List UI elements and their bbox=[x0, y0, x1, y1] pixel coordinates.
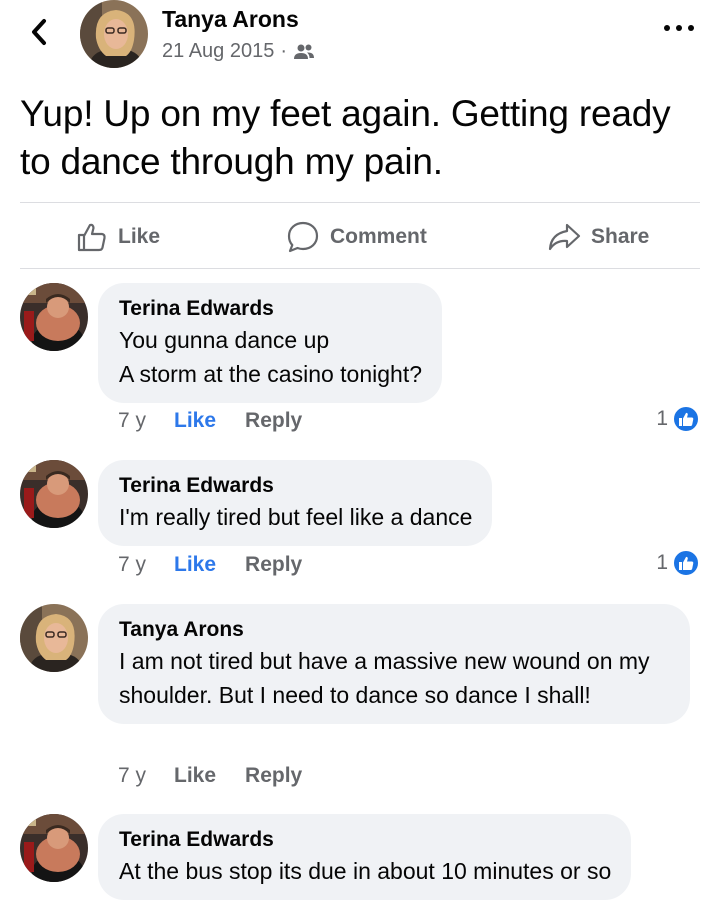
comment-like-button[interactable]: Like bbox=[174, 409, 216, 433]
commenter-name[interactable]: Terina Edwards bbox=[119, 826, 611, 854]
post-text: Yup! Up on my feet again. Getting ready … bbox=[20, 93, 671, 182]
comment-text: At the bus stop its due in about 10 minu… bbox=[119, 858, 612, 884]
commenter-name[interactable]: Terina Edwards bbox=[119, 472, 472, 500]
comment-like-button[interactable]: Like bbox=[174, 553, 216, 577]
comment-actions: 7 y Like Reply bbox=[118, 409, 302, 433]
share-button[interactable]: Share bbox=[547, 203, 649, 270]
author-avatar[interactable] bbox=[80, 0, 148, 68]
commenter-avatar[interactable] bbox=[20, 283, 88, 351]
like-reaction-icon bbox=[672, 405, 700, 433]
comment-reply-button[interactable]: Reply bbox=[245, 409, 302, 433]
comment-bubble: Terina Edwards At the bus stop its due i… bbox=[98, 814, 632, 900]
post-date[interactable]: 21 Aug 2015 bbox=[162, 40, 274, 63]
comment-time: 7 y bbox=[118, 409, 147, 432]
commenter-avatar[interactable] bbox=[20, 460, 88, 528]
friends-icon bbox=[294, 44, 315, 59]
comment-like-button[interactable]: Like bbox=[174, 764, 216, 788]
comment-reply-button[interactable]: Reply bbox=[245, 764, 302, 788]
commenter-name[interactable]: Terina Edwards bbox=[119, 295, 422, 323]
reaction-count[interactable]: 1 bbox=[656, 549, 700, 577]
commenter-avatar[interactable] bbox=[20, 814, 88, 882]
post-header: Tanya Arons 21 Aug 2015 · bbox=[0, 0, 720, 80]
share-label: Share bbox=[591, 224, 650, 248]
comment-text: I'm really tired but feel like a dance bbox=[119, 504, 473, 530]
comment-bubble: Terina Edwards You gunna dance up A stor… bbox=[98, 283, 443, 403]
comment-bubble: Tanya Arons I am not tired but have a ma… bbox=[98, 604, 690, 724]
reaction-count-value: 1 bbox=[656, 551, 668, 574]
comment-actions: 7 y Like Reply bbox=[118, 553, 302, 577]
comment-label: Comment bbox=[330, 224, 427, 248]
comment-button[interactable]: Comment bbox=[286, 203, 427, 270]
dot bbox=[676, 25, 682, 31]
like-reaction-icon bbox=[672, 549, 700, 577]
meta-separator: · bbox=[280, 40, 288, 62]
dot bbox=[664, 25, 670, 31]
post-action-bar: Like Comment Share bbox=[20, 202, 700, 269]
share-arrow-icon bbox=[548, 223, 581, 250]
comment-reply-button[interactable]: Reply bbox=[245, 553, 302, 577]
like-button[interactable]: Like bbox=[76, 203, 160, 270]
chevron-left-icon bbox=[32, 19, 46, 45]
back-button[interactable] bbox=[24, 14, 54, 50]
comment-text: You gunna dance up A storm at the casino… bbox=[119, 327, 423, 387]
reaction-count[interactable]: 1 bbox=[656, 405, 700, 433]
comment-text: I am not tired but have a massive new wo… bbox=[119, 648, 650, 708]
comment-actions: 7 y Like Reply bbox=[118, 764, 302, 788]
comment-time: 7 y bbox=[118, 764, 147, 787]
comment-bubble: Terina Edwards I'm really tired but feel… bbox=[98, 460, 493, 546]
commenter-name[interactable]: Tanya Arons bbox=[119, 616, 670, 644]
more-options-button[interactable] bbox=[664, 18, 694, 38]
thumbs-up-icon bbox=[77, 223, 106, 251]
comment-time: 7 y bbox=[118, 553, 147, 576]
like-label: Like bbox=[118, 224, 161, 248]
comment-bubble-icon bbox=[287, 221, 319, 252]
reaction-count-value: 1 bbox=[656, 407, 668, 430]
dot bbox=[688, 25, 694, 31]
author-name[interactable]: Tanya Arons bbox=[162, 6, 299, 33]
post-meta: 21 Aug 2015 · bbox=[162, 40, 315, 63]
commenter-avatar[interactable] bbox=[20, 604, 88, 672]
